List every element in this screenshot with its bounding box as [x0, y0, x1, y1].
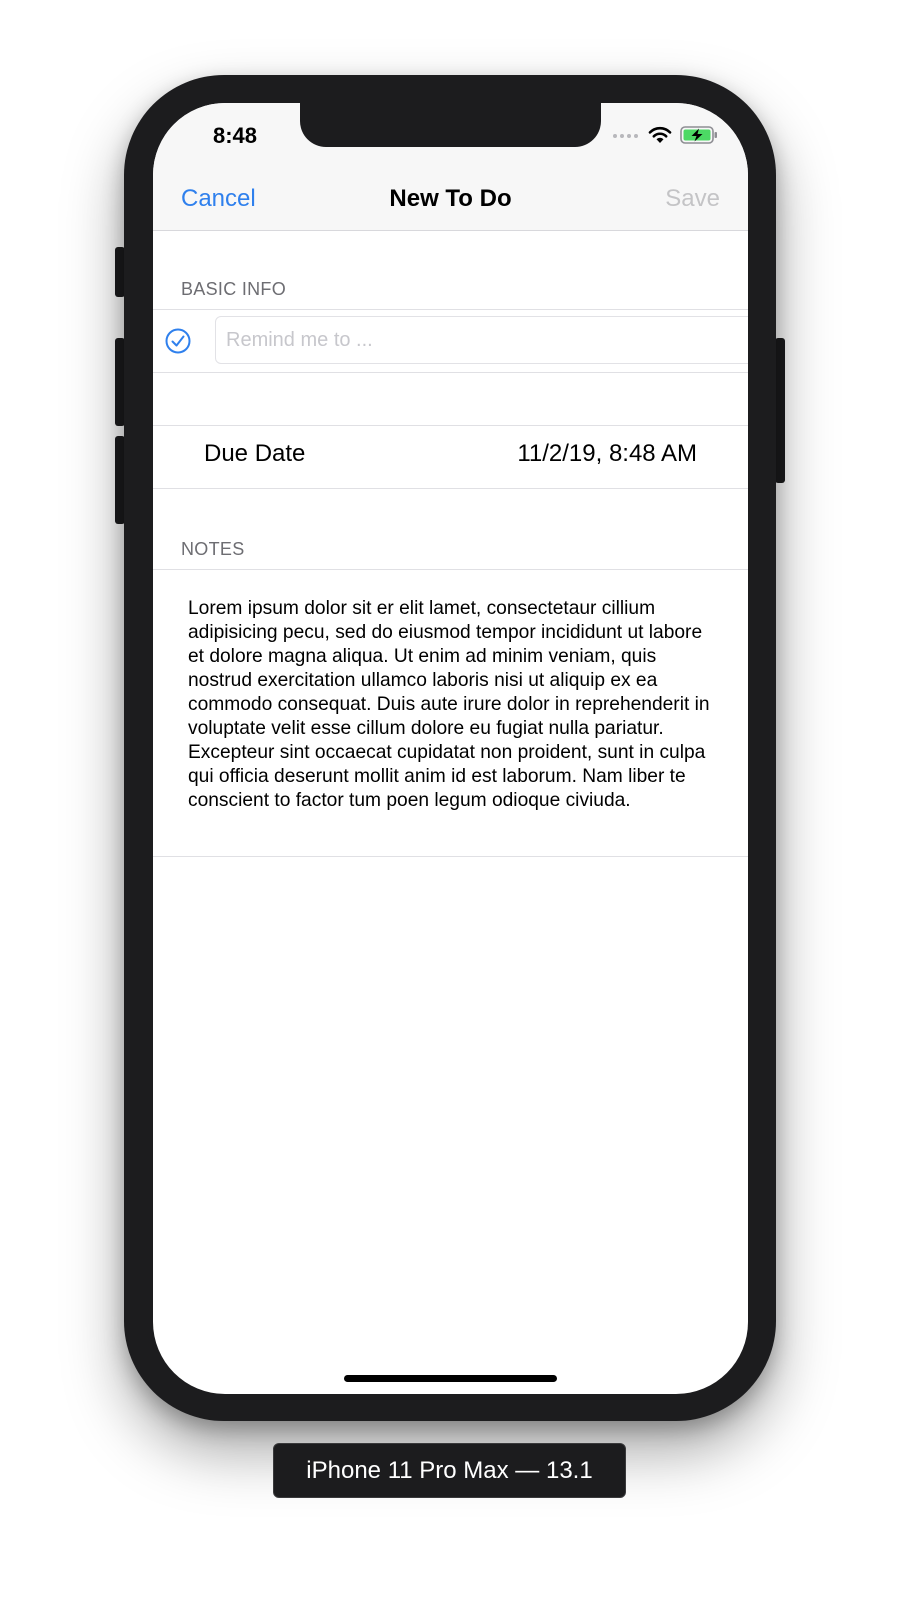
status-icons: [612, 125, 718, 145]
due-date-label: Due Date: [204, 440, 306, 467]
remind-row: [153, 310, 748, 372]
side-button: [775, 338, 785, 483]
home-indicator[interactable]: [344, 1375, 557, 1382]
wifi-icon: [648, 126, 672, 143]
save-button[interactable]: Save: [665, 185, 720, 213]
due-date-value[interactable]: 11/2/19, 8:48 AM: [517, 440, 697, 468]
checkmark-circle-icon[interactable]: [165, 328, 191, 354]
page-title: New To Do: [389, 185, 512, 212]
battery-charging-icon: [680, 126, 717, 144]
simulator-device-label: iPhone 11 Pro Max — 13.1: [273, 1443, 626, 1498]
divider: [153, 569, 748, 570]
signal-icon: [613, 134, 638, 138]
divider: [153, 856, 748, 857]
device-screen: Cancel New To Do Save 8:48 BASIC INFO Re…: [153, 103, 748, 1394]
status-time: 8:48: [212, 123, 258, 148]
divider: [153, 372, 748, 373]
divider: [153, 425, 748, 426]
notch: [300, 103, 601, 147]
basic-info-header: BASIC INFO: [181, 279, 287, 299]
remind-input[interactable]: [215, 316, 748, 364]
divider: [153, 488, 748, 489]
notes-header: NOTES: [181, 539, 245, 559]
notes-textview[interactable]: Lorem ipsum dolor sit er elit lamet, con…: [188, 597, 713, 813]
